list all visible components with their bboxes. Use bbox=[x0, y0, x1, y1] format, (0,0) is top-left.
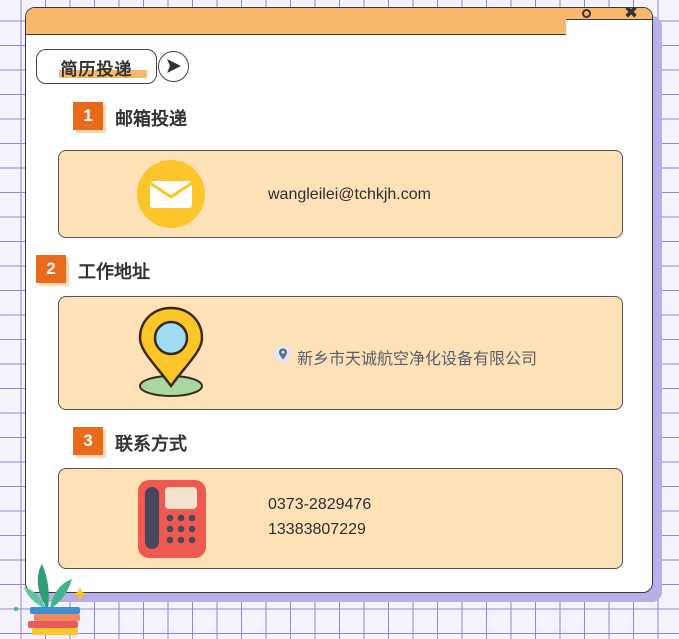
title-bar[interactable] bbox=[26, 8, 566, 35]
location-pin-icon bbox=[274, 345, 292, 363]
section-title-contact: 联系方式 bbox=[115, 434, 187, 454]
telephone-icon bbox=[138, 480, 206, 558]
landline-number[interactable]: 0373-2829476 bbox=[268, 496, 371, 514]
arrow-right-icon[interactable] bbox=[158, 51, 189, 82]
title-bar-tail bbox=[566, 8, 652, 20]
plant-books-decoration bbox=[14, 564, 87, 635]
tab-resume-delivery[interactable]: 简历投递 bbox=[36, 49, 157, 84]
envelope-icon bbox=[137, 160, 205, 228]
section-title-email: 邮箱投递 bbox=[115, 109, 187, 129]
mobile-number[interactable]: 13383807229 bbox=[268, 521, 366, 539]
contact-card: 0373-2829476 13383807229 bbox=[58, 468, 623, 569]
restore-icon[interactable] bbox=[582, 9, 591, 18]
map-pin-icon bbox=[138, 306, 204, 397]
resume-window: ✖ 简历投递 1 邮箱投递 wangleilei@tchkjh.com 2 工作… bbox=[25, 7, 653, 593]
email-card: wangleilei@tchkjh.com bbox=[58, 150, 623, 238]
close-icon[interactable]: ✖ bbox=[624, 8, 638, 21]
email-address[interactable]: wangleilei@tchkjh.com bbox=[268, 186, 431, 204]
section-title-address: 工作地址 bbox=[78, 262, 150, 282]
address-card: 新乡市天诚航空净化设备有限公司 bbox=[58, 296, 623, 410]
section-number-2: 2 bbox=[36, 255, 66, 283]
section-number-3: 3 bbox=[73, 427, 103, 455]
section-number-1: 1 bbox=[73, 102, 103, 130]
company-address: 新乡市天诚航空净化设备有限公司 bbox=[297, 351, 538, 368]
tab-label: 简历投递 bbox=[60, 60, 133, 79]
